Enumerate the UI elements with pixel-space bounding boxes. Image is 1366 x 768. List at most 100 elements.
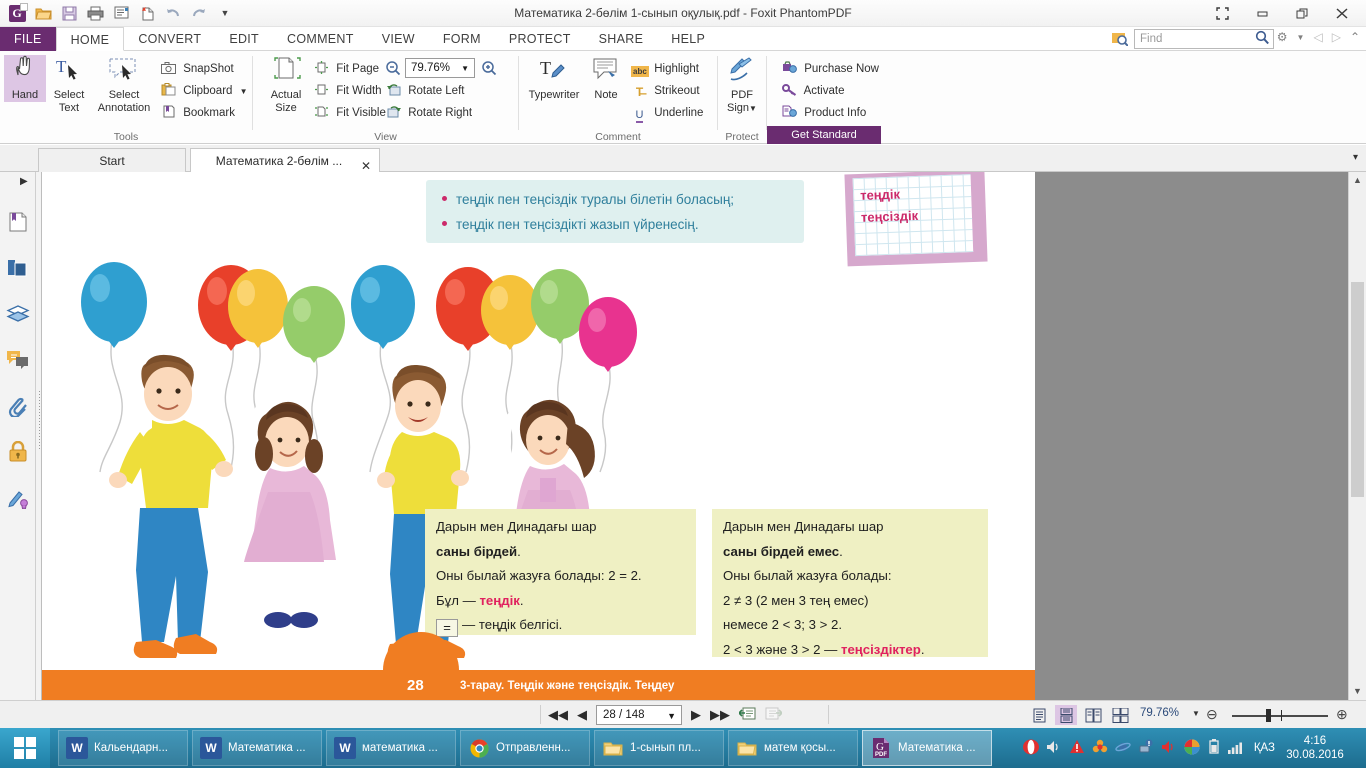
- taskbar-item-1[interactable]: W Математика ...: [192, 730, 322, 766]
- chevron-down-icon[interactable]: ▼: [1192, 709, 1200, 718]
- scrollbar-thumb[interactable]: [1351, 282, 1364, 497]
- clipboard-button[interactable]: Clipboard ▼: [160, 80, 248, 102]
- zoom-in-icon[interactable]: [481, 60, 497, 81]
- menu-tab-comment[interactable]: COMMENT: [273, 27, 368, 51]
- menu-tab-share[interactable]: SHARE: [585, 27, 658, 51]
- zoom-slider-thumb[interactable]: [1266, 709, 1271, 722]
- doc-tab-start[interactable]: Start: [38, 148, 186, 172]
- first-page-button[interactable]: ◀◀: [548, 707, 568, 723]
- document-viewport[interactable]: теңдік пен теңсіздік туралы білетін бола…: [42, 172, 1348, 700]
- chevron-down-icon[interactable]: ▼: [461, 59, 469, 78]
- expand-panel-icon[interactable]: ▶: [20, 176, 28, 187]
- page-navigation[interactable]: ◀◀ ◀ 28 / 148 ▼ ▶ ▶▶: [548, 705, 782, 725]
- zoom-in-button[interactable]: ⊕: [1336, 706, 1348, 723]
- hand-tool-button[interactable]: Hand: [4, 55, 46, 102]
- zoom-slider-track[interactable]: [1232, 715, 1328, 717]
- last-page-button[interactable]: ▶▶: [710, 707, 730, 723]
- chevron-down-icon[interactable]: ▼: [240, 87, 248, 96]
- menu-tab-help[interactable]: HELP: [657, 27, 719, 51]
- language-indicator[interactable]: ҚАЗ: [1254, 742, 1275, 754]
- clock[interactable]: 4:16 30.08.2016: [1284, 734, 1346, 762]
- layers-icon[interactable]: [6, 302, 30, 326]
- taskbar-item-0[interactable]: W Кальендарн...: [58, 730, 188, 766]
- select-annotation-button[interactable]: Select Annotation: [92, 55, 156, 114]
- get-standard-button[interactable]: Get Standard: [767, 126, 881, 144]
- taskbar-item-4[interactable]: 1-сынып пл...: [594, 730, 724, 766]
- minimize-button[interactable]: [1242, 1, 1282, 27]
- page-number-input[interactable]: 28 / 148 ▼: [596, 705, 682, 725]
- zoom-out-icon[interactable]: [385, 60, 401, 80]
- volume-icon[interactable]: [1046, 740, 1062, 757]
- menu-tab-edit[interactable]: EDIT: [215, 27, 273, 51]
- select-text-button[interactable]: T Select Text: [46, 55, 92, 114]
- strikeout-button[interactable]: T̶ Strikeout: [631, 80, 700, 102]
- paint-icon[interactable]: [1184, 739, 1200, 758]
- note-button[interactable]: Note: [585, 55, 627, 102]
- find-document-icon[interactable]: [1112, 31, 1128, 49]
- search-icon[interactable]: [1255, 30, 1270, 48]
- fit-visible-button[interactable]: Fit Visible: [313, 102, 386, 124]
- system-tray[interactable]: ҚАЗ 4:16 30.08.2016: [1023, 728, 1366, 768]
- taskbar-item-6[interactable]: PDFG Математика ...: [862, 730, 992, 766]
- taskbar-item-2[interactable]: W математика ...: [326, 730, 456, 766]
- previous-view-icon[interactable]: [739, 705, 756, 725]
- chevron-down-icon[interactable]: ▼: [667, 707, 676, 725]
- find-input[interactable]: Find: [1134, 29, 1274, 49]
- product-info-button[interactable]: Product Info: [781, 102, 866, 124]
- menu-tab-form[interactable]: FORM: [429, 27, 495, 51]
- status-zoom-value[interactable]: 79.76%: [1140, 707, 1179, 719]
- battery-icon[interactable]: [1207, 739, 1221, 757]
- view-mode-buttons[interactable]: [1028, 705, 1131, 725]
- chevron-down-icon[interactable]: ▼: [749, 104, 757, 113]
- continuous-icon[interactable]: [1055, 705, 1077, 725]
- next-view-icon[interactable]: [765, 705, 782, 725]
- continuous-facing-icon[interactable]: [1109, 705, 1131, 725]
- saturn-icon[interactable]: [1115, 740, 1131, 757]
- close-button[interactable]: [1322, 1, 1362, 27]
- doc-tab-active[interactable]: Математика 2-бөлім ... ✕: [190, 148, 380, 172]
- fit-page-button[interactable]: Fit Page: [313, 58, 379, 80]
- network-alert-icon[interactable]: [1138, 739, 1154, 757]
- next-view-icon[interactable]: ▷: [1332, 30, 1341, 44]
- scroll-up-button[interactable]: ▲: [1349, 172, 1366, 189]
- menu-tab-view[interactable]: VIEW: [368, 27, 429, 51]
- taskbar-item-3[interactable]: Отправленн...: [460, 730, 590, 766]
- actual-size-button[interactable]: Actual Size: [261, 55, 311, 114]
- security-icon[interactable]: [6, 440, 30, 464]
- zoom-out-button[interactable]: ⊖: [1206, 706, 1218, 723]
- purchase-now-button[interactable]: Purchase Now: [781, 58, 879, 80]
- bookmarks-icon[interactable]: [6, 210, 30, 234]
- vertical-scrollbar[interactable]: ▲ ▼: [1348, 172, 1366, 700]
- panel-splitter-grip[interactable]: [38, 390, 41, 450]
- menu-tab-file[interactable]: FILE: [0, 27, 56, 51]
- scroll-down-button[interactable]: ▼: [1349, 683, 1366, 700]
- start-button[interactable]: [0, 728, 50, 768]
- next-page-button[interactable]: ▶: [691, 707, 701, 723]
- restore-button[interactable]: [1282, 1, 1322, 27]
- signal-icon[interactable]: [1228, 740, 1245, 757]
- pages-icon[interactable]: [6, 256, 30, 280]
- doc-tabs-overflow-icon[interactable]: ▾: [1353, 152, 1358, 163]
- prev-view-icon[interactable]: ◁: [1313, 30, 1322, 44]
- gear-icon[interactable]: ⚙: [1277, 30, 1288, 44]
- warning-icon[interactable]: [1069, 739, 1085, 757]
- opera-icon[interactable]: [1023, 739, 1039, 758]
- activate-button[interactable]: Activate: [781, 80, 844, 102]
- zoom-level-input[interactable]: 79.76% ▼: [405, 58, 475, 78]
- collapse-ribbon-icon[interactable]: ⌃: [1350, 30, 1360, 44]
- rotate-left-button[interactable]: Rotate Left: [385, 80, 464, 102]
- signature-icon[interactable]: [6, 486, 30, 510]
- menu-tab-convert[interactable]: CONVERT: [124, 27, 215, 51]
- chevron-down-icon[interactable]: ▼: [1297, 33, 1305, 42]
- rotate-right-button[interactable]: Rotate Right: [385, 102, 472, 124]
- menu-tab-protect[interactable]: PROTECT: [495, 27, 585, 51]
- single-page-icon[interactable]: [1028, 705, 1050, 725]
- underline-button[interactable]: U Underline: [631, 102, 703, 124]
- speaker-icon[interactable]: [1161, 740, 1177, 757]
- pdf-sign-button[interactable]: PDF Sign▼: [718, 55, 766, 115]
- snapshot-button[interactable]: SnapShot: [160, 58, 234, 80]
- menu-right-icons[interactable]: ⚙ ▼ ◁ ▷ ⌃: [1277, 30, 1360, 44]
- previous-page-button[interactable]: ◀: [577, 707, 587, 723]
- flower-icon[interactable]: [1092, 739, 1108, 758]
- typewriter-button[interactable]: T Typewriter: [523, 55, 585, 102]
